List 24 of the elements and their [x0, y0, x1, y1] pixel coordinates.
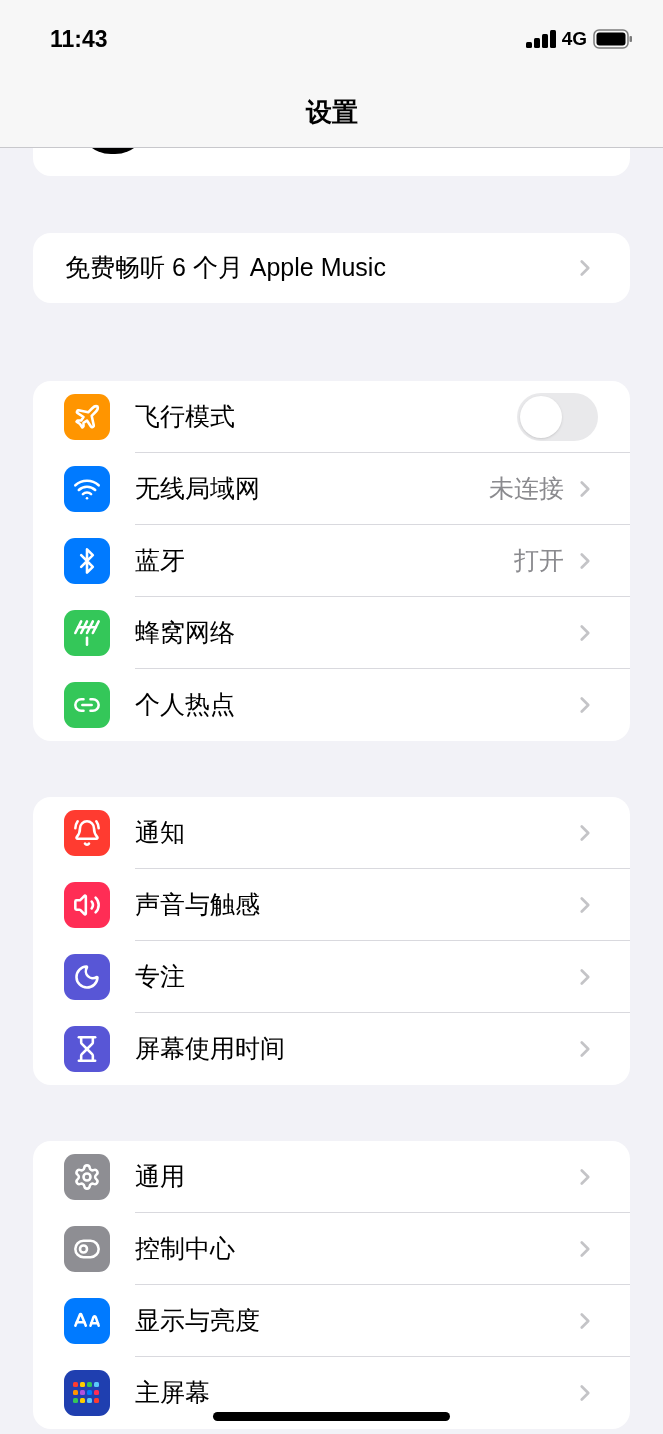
setting-label[interactable]: 声音与触感 — [135, 885, 572, 924]
home-indicator[interactable] — [213, 1412, 450, 1421]
status-time: 11:43 — [50, 24, 108, 54]
page-title: 设置 — [305, 95, 358, 129]
setting-label[interactable]: 通知 — [135, 813, 572, 852]
setting-label[interactable]: 显示与亮度 — [135, 1301, 572, 1340]
setting-value: 打开 — [514, 544, 564, 576]
setting-label[interactable]: 屏幕使用时间 — [135, 1030, 572, 1068]
signal-icon — [525, 30, 556, 48]
setting-label[interactable]: 蜂窝网络 — [135, 613, 572, 652]
toggle-switch[interactable] — [517, 392, 598, 441]
profile-card[interactable] — [33, 148, 630, 176]
setting-label[interactable]: 个人热点 — [135, 686, 572, 724]
setting-label[interactable]: 无线局域网 — [135, 469, 489, 508]
promo-row[interactable]: 免费畅听 6 个月 Apple Music — [33, 233, 630, 303]
setting-label[interactable]: 通用 — [135, 1157, 572, 1196]
setting-label[interactable]: 蓝牙 — [135, 541, 514, 580]
network-type: 4G — [561, 26, 587, 51]
setting-label[interactable]: 主屏幕 — [135, 1374, 572, 1412]
setting-label[interactable]: 控制中心 — [135, 1229, 572, 1268]
setting-value: 未连接 — [489, 472, 564, 504]
setting-label[interactable]: 专注 — [135, 957, 572, 996]
setting-label[interactable]: 飞行模式 — [135, 397, 517, 436]
battery-icon — [593, 29, 633, 49]
